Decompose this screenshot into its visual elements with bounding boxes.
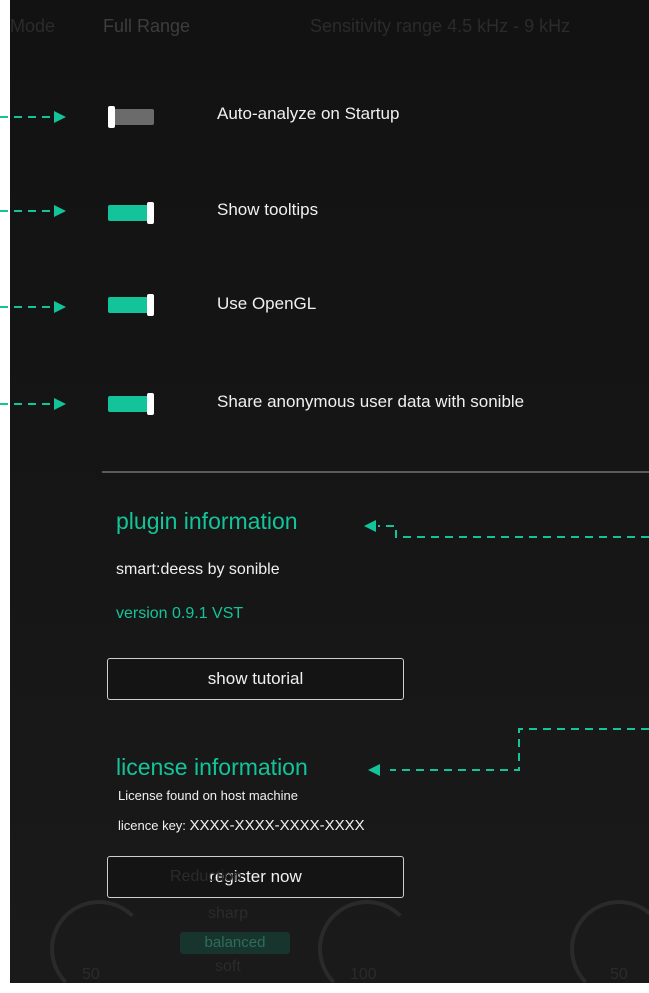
header-faint: Sensitivity range 4.5 kHz - 9 kHz — [310, 16, 571, 36]
left-knob-value-faint: 50 — [82, 966, 100, 983]
licence-key-row: licence key: XXXX-XXXX-XXXX-XXXX — [118, 817, 365, 834]
right-knob-value-faint: 50 — [610, 966, 628, 983]
auto-analyze-toggle[interactable] — [108, 106, 154, 128]
register-now-button[interactable]: register now — [107, 856, 404, 898]
section-divider — [102, 471, 649, 473]
license-status: License found on host machine — [118, 788, 298, 803]
license-information-title: license information — [116, 754, 308, 780]
licence-key-value: XXXX-XXXX-XXXX-XXXX — [189, 817, 365, 834]
soft-option-faint: soft — [215, 958, 241, 975]
plugin-information-title: plugin information — [116, 508, 298, 534]
mode-value-faint: Full Range — [103, 16, 191, 36]
toggle-knob — [147, 393, 154, 415]
show-tooltips-label: Show tooltips — [217, 200, 319, 219]
version-text: version 0.9.1 VST — [116, 605, 244, 622]
toggle-knob — [147, 294, 154, 316]
auto-analyze-label: Auto-analyze on Startup — [217, 104, 400, 123]
product-name: smart:deess by sonible — [116, 561, 280, 578]
use-opengl-toggle[interactable] — [108, 294, 154, 316]
show-tutorial-button[interactable]: show tutorial — [107, 658, 404, 700]
toggle-knob — [108, 106, 115, 128]
share-data-toggle[interactable] — [108, 393, 154, 415]
mode-label-faint: Mode — [10, 16, 56, 36]
settings-panel: Mode Full Range Sensitivity range 4.5 kH… — [10, 0, 649, 983]
show-tooltips-toggle[interactable] — [108, 202, 154, 224]
toggle-knob — [147, 202, 154, 224]
center-knob-value-faint: 100 — [350, 966, 377, 983]
sharp-option-faint: sharp — [208, 905, 249, 922]
reduction-label-faint: Reduction — [170, 868, 243, 885]
licence-key-label: licence key: — [118, 818, 190, 833]
balanced-option-faint: balanced — [180, 932, 290, 954]
share-data-label: Share anonymous user data with sonible — [217, 392, 525, 411]
use-opengl-label: Use OpenGL — [217, 294, 317, 313]
